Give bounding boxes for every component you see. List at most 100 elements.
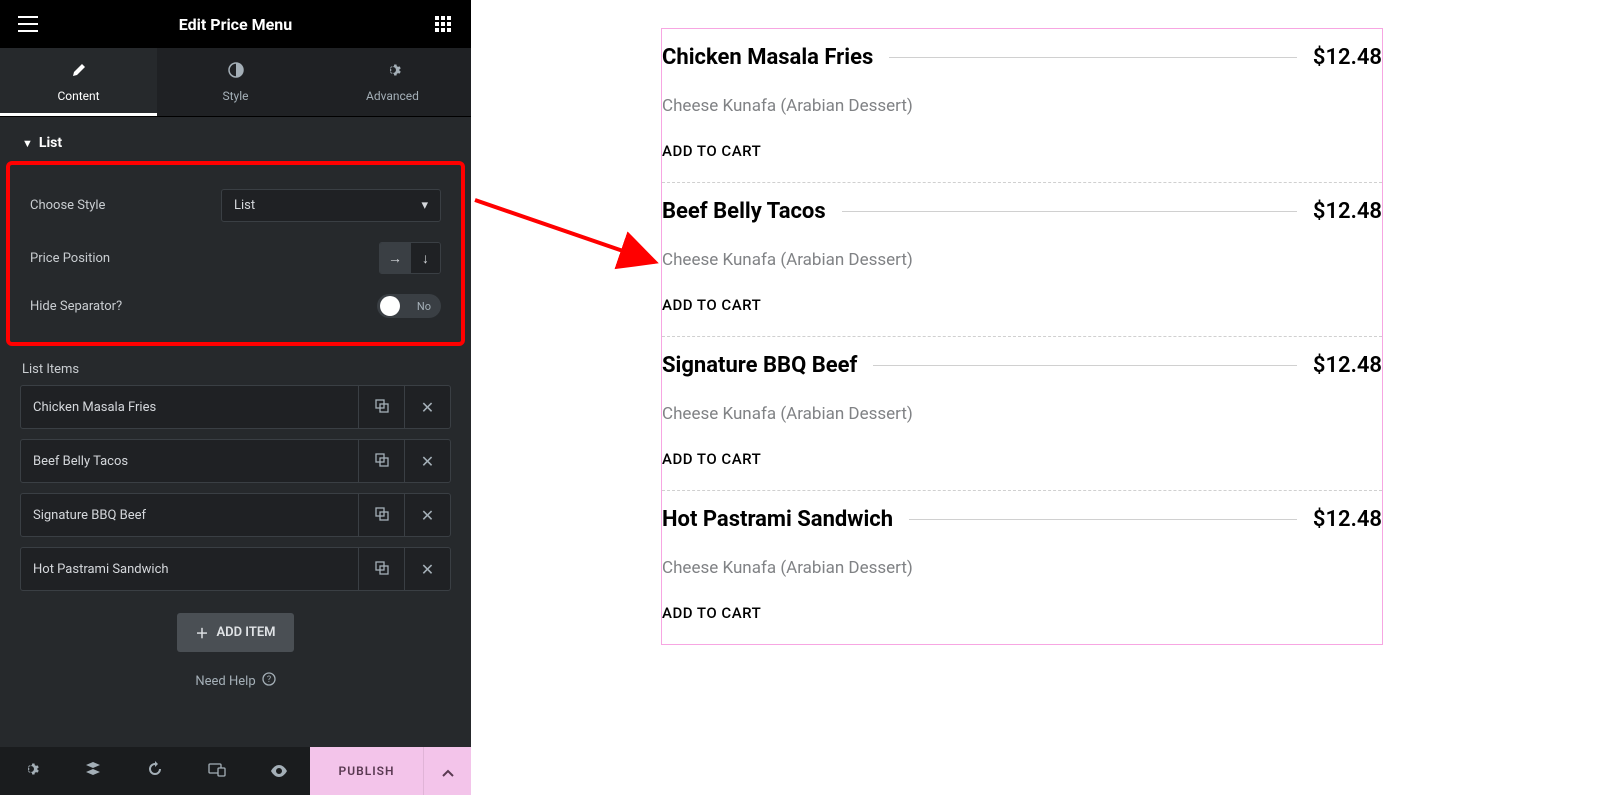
- history-button[interactable]: [124, 747, 186, 795]
- price-position-down[interactable]: ↓: [410, 243, 440, 273]
- menu-item-title: Chicken Masala Fries: [662, 45, 873, 70]
- list-item-title[interactable]: Signature BBQ Beef: [21, 494, 358, 536]
- duplicate-button[interactable]: [358, 494, 404, 536]
- list-item-title[interactable]: Chicken Masala Fries: [21, 386, 358, 428]
- settings-button[interactable]: [0, 747, 62, 795]
- list-item: Hot Pastrami Sandwich ✕: [20, 547, 451, 591]
- menu-list: Chicken Masala Fries $12.48 Cheese Kunaf…: [662, 29, 1382, 644]
- price-position-row: Price Position → ↓: [24, 232, 447, 284]
- section-title: List: [39, 135, 62, 151]
- separator-line: [909, 519, 1297, 520]
- close-icon: ✕: [421, 452, 434, 471]
- toggle-knob: [380, 296, 400, 316]
- publish-label: PUBLISH: [339, 764, 395, 778]
- remove-button[interactable]: ✕: [404, 386, 450, 428]
- menu-item: Hot Pastrami Sandwich $12.48 Cheese Kuna…: [662, 491, 1382, 644]
- publish-options-button[interactable]: [423, 747, 471, 795]
- add-item-button[interactable]: ＋ ADD ITEM: [177, 613, 293, 652]
- close-icon: ✕: [421, 560, 434, 579]
- choose-style-row: Choose Style List ▾: [24, 179, 447, 232]
- separator-line: [889, 57, 1297, 58]
- list-items: Chicken Masala Fries ✕ Beef Belly Tacos …: [0, 385, 471, 591]
- price-position-right[interactable]: →: [380, 243, 410, 273]
- menu-item-price: $12.48: [1313, 199, 1382, 224]
- hide-separator-label: Hide Separator?: [30, 299, 122, 314]
- tab-style[interactable]: Style: [157, 48, 314, 116]
- menu-item-desc: Cheese Kunafa (Arabian Dessert): [662, 404, 1382, 424]
- menu-item-desc: Cheese Kunafa (Arabian Dessert): [662, 96, 1382, 116]
- publish-button[interactable]: PUBLISH: [310, 747, 423, 795]
- plus-icon: ＋: [195, 623, 208, 642]
- close-icon: ✕: [421, 398, 434, 417]
- duplicate-button[interactable]: [358, 548, 404, 590]
- add-to-cart-link[interactable]: ADD TO CART: [662, 604, 1382, 622]
- list-item: Signature BBQ Beef ✕: [20, 493, 451, 537]
- toggle-value: No: [417, 300, 431, 313]
- remove-button[interactable]: ✕: [404, 494, 450, 536]
- add-to-cart-link[interactable]: ADD TO CART: [662, 296, 1382, 314]
- caret-down-icon: ▼: [22, 137, 33, 150]
- sidebar-header: Edit Price Menu: [0, 0, 471, 48]
- remove-button[interactable]: ✕: [404, 440, 450, 482]
- tab-label: Content: [57, 89, 99, 103]
- panel-body: ▼ List Choose Style List ▾ Price Positio…: [0, 117, 471, 747]
- section-list-toggle[interactable]: ▼ List: [0, 117, 471, 161]
- svg-text:?: ?: [266, 675, 270, 685]
- menu-icon[interactable]: [16, 12, 40, 36]
- duplicate-button[interactable]: [358, 386, 404, 428]
- need-help-label: Need Help: [195, 674, 255, 689]
- menu-item-title: Signature BBQ Beef: [662, 353, 857, 378]
- tab-bar: Content Style Advanced: [0, 48, 471, 117]
- close-icon: ✕: [421, 506, 434, 525]
- responsive-button[interactable]: [186, 747, 248, 795]
- editor-sidebar: Edit Price Menu Content Style Advanced ▼: [0, 0, 471, 795]
- pencil-icon: [71, 62, 87, 83]
- add-to-cart-link[interactable]: ADD TO CART: [662, 450, 1382, 468]
- copy-icon: [375, 452, 389, 471]
- highlighted-controls: Choose Style List ▾ Price Position → ↓: [6, 161, 465, 346]
- list-item-title[interactable]: Beef Belly Tacos: [21, 440, 358, 482]
- preview-button[interactable]: [248, 747, 310, 795]
- eye-icon: [270, 762, 288, 781]
- tab-label: Advanced: [366, 89, 419, 103]
- navigator-button[interactable]: [62, 747, 124, 795]
- menu-item-price: $12.48: [1313, 45, 1382, 70]
- tab-content[interactable]: Content: [0, 48, 157, 116]
- need-help-link[interactable]: Need Help ?: [0, 652, 471, 700]
- menu-item: Signature BBQ Beef $12.48 Cheese Kunafa …: [662, 337, 1382, 491]
- menu-item-desc: Cheese Kunafa (Arabian Dessert): [662, 558, 1382, 578]
- copy-icon: [375, 560, 389, 579]
- tab-advanced[interactable]: Advanced: [314, 48, 471, 116]
- price-position-buttons: → ↓: [379, 242, 441, 274]
- select-value: List: [234, 198, 255, 213]
- list-item: Chicken Masala Fries ✕: [20, 385, 451, 429]
- widgets-icon[interactable]: [431, 12, 455, 36]
- caret-down-icon: ▾: [421, 198, 428, 213]
- menu-item-desc: Cheese Kunafa (Arabian Dessert): [662, 250, 1382, 270]
- history-icon: [147, 761, 163, 781]
- choose-style-label: Choose Style: [30, 198, 105, 213]
- remove-button[interactable]: ✕: [404, 548, 450, 590]
- layers-icon: [85, 761, 101, 781]
- hide-separator-toggle[interactable]: No: [377, 294, 441, 318]
- list-items-label: List Items: [0, 346, 471, 385]
- price-menu-widget[interactable]: Chicken Masala Fries $12.48 Cheese Kunaf…: [661, 28, 1383, 645]
- tab-label: Style: [222, 89, 248, 103]
- list-item-title[interactable]: Hot Pastrami Sandwich: [21, 548, 358, 590]
- add-to-cart-link[interactable]: ADD TO CART: [662, 142, 1382, 160]
- separator-line: [842, 211, 1297, 212]
- price-position-label: Price Position: [30, 251, 110, 266]
- sidebar-footer: PUBLISH: [0, 747, 471, 795]
- list-item: Beef Belly Tacos ✕: [20, 439, 451, 483]
- menu-item: Chicken Masala Fries $12.48 Cheese Kunaf…: [662, 29, 1382, 183]
- arrow-down-icon: ↓: [422, 250, 429, 267]
- copy-icon: [375, 398, 389, 417]
- add-item-label: ADD ITEM: [216, 625, 275, 640]
- duplicate-button[interactable]: [358, 440, 404, 482]
- choose-style-select[interactable]: List ▾: [221, 189, 441, 222]
- menu-item-title: Hot Pastrami Sandwich: [662, 507, 893, 532]
- gear-icon: [23, 761, 39, 781]
- contrast-icon: [228, 62, 244, 83]
- arrow-right-icon: →: [388, 250, 402, 267]
- menu-item: Beef Belly Tacos $12.48 Cheese Kunafa (A…: [662, 183, 1382, 337]
